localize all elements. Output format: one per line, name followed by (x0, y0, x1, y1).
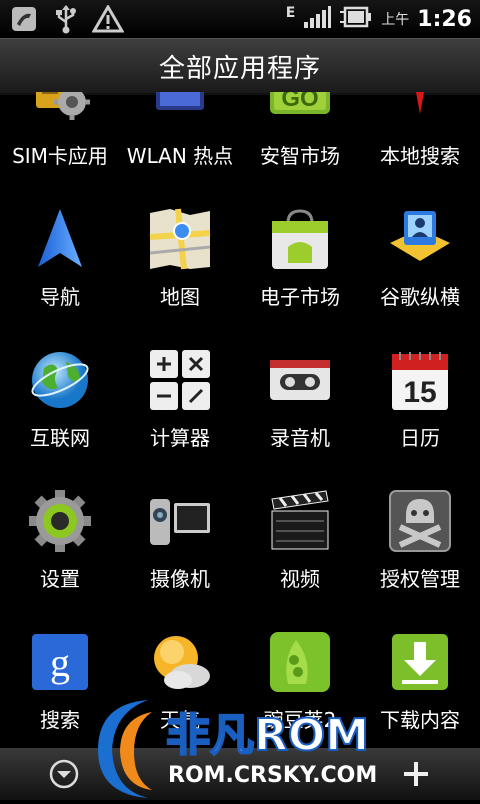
app-browser[interactable]: 互联网 (0, 322, 120, 463)
local-search-icon (388, 92, 452, 130)
notification-icons (8, 3, 124, 35)
app-row: 导航 地图 电子市场 谷歌纵横 (0, 181, 480, 322)
ampm-label: 上午 (381, 12, 410, 28)
watermark-brand: 非凡ROM (166, 710, 369, 761)
google-search-icon: g (28, 630, 92, 694)
app-android-market[interactable]: 电子市场 (240, 181, 360, 322)
app-wlan-hotspot[interactable]: WLAN 热点 (120, 92, 240, 181)
camcorder-icon (148, 489, 212, 553)
app-label: 计算器 (150, 426, 210, 450)
anzhi-market-icon: GO (268, 92, 332, 130)
sim-toolkit-icon (28, 92, 92, 130)
app-label: 搜索 (40, 708, 80, 732)
android-market-icon (268, 207, 332, 271)
app-superuser[interactable]: 授权管理 (360, 463, 480, 604)
downloads-icon (388, 630, 452, 694)
app-label: 导航 (40, 285, 80, 309)
signal-icon (303, 5, 332, 33)
app-anzhi-market[interactable]: GO 安智市场 (240, 92, 360, 181)
app-row: 设置 摄像机 视频 授权管理 (0, 463, 480, 604)
app-settings[interactable]: 设置 (0, 463, 120, 604)
app-label: 录音机 (270, 426, 330, 450)
app-video[interactable]: 视频 (240, 463, 360, 604)
app-latitude[interactable]: 谷歌纵横 (360, 181, 480, 322)
navigation-icon (28, 207, 92, 271)
app-label: 视频 (280, 567, 320, 591)
usb-icon (50, 3, 82, 35)
dnd-icon (8, 3, 40, 35)
app-drawer[interactable]: SIM卡应用 WLAN 热点 GO 安智市场 本地搜索 导航 地图 电子市场 谷… (0, 92, 480, 752)
app-voice-recorder[interactable]: 录音机 (240, 322, 360, 463)
voice-recorder-icon (268, 348, 332, 412)
watermark-url: ROM.CRSKY.COM (168, 763, 377, 788)
settings-gear-icon (28, 489, 92, 553)
title-bar: 全部应用程序 (0, 38, 480, 95)
app-row: SIM卡应用 WLAN 热点 GO 安智市场 本地搜索 (0, 92, 480, 181)
app-label: 安智市场 (260, 144, 340, 168)
wandoujia-icon (268, 630, 332, 694)
app-row: 互联网 计算器 录音机 15 日历 (0, 322, 480, 463)
wifi-hotspot-icon (148, 92, 212, 130)
app-camcorder[interactable]: 摄像机 (120, 463, 240, 604)
warning-icon (92, 3, 124, 35)
calculator-icon (148, 348, 212, 412)
app-sim-toolkit[interactable]: SIM卡应用 (0, 92, 120, 181)
app-navigation[interactable]: 导航 (0, 181, 120, 322)
collapse-down-icon[interactable] (40, 754, 88, 794)
clock: 1:26 (417, 6, 472, 32)
app-label: 互联网 (30, 426, 90, 450)
latitude-icon (388, 207, 452, 271)
app-maps[interactable]: 地图 (120, 181, 240, 322)
maps-icon (148, 207, 212, 271)
app-calculator[interactable]: 计算器 (120, 322, 240, 463)
app-label: 地图 (160, 285, 200, 309)
svg-text:GO: GO (281, 92, 318, 112)
app-label: 谷歌纵横 (380, 285, 460, 309)
app-label: 日历 (400, 426, 440, 450)
browser-globe-icon (28, 348, 92, 412)
app-grid: SIM卡应用 WLAN 热点 GO 安智市场 本地搜索 导航 地图 电子市场 谷… (0, 92, 480, 745)
battery-icon (339, 4, 373, 34)
app-label: 电子市场 (260, 285, 340, 309)
calendar-day-number: 15 (403, 376, 436, 409)
app-calendar[interactable]: 15 日历 (360, 322, 480, 463)
app-local-search[interactable]: 本地搜索 (360, 92, 480, 181)
watermark-logo: 非凡ROM ROM.CRSKY.COM (88, 694, 408, 800)
superuser-icon (388, 489, 452, 553)
video-clapper-icon (268, 489, 332, 553)
app-label: WLAN 热点 (126, 144, 234, 168)
page-title: 全部应用程序 (158, 53, 321, 84)
app-label: 摄像机 (150, 567, 210, 591)
weather-icon (148, 630, 212, 694)
status-indicators: E 上午 1:26 (286, 0, 472, 38)
app-label: 授权管理 (380, 567, 460, 591)
status-bar: E 上午 1:26 (0, 0, 480, 38)
app-label: 本地搜索 (380, 144, 460, 168)
app-label: 设置 (40, 567, 80, 591)
calendar-icon: 15 (388, 348, 452, 412)
svg-text:g: g (50, 640, 70, 685)
network-type: E (285, 5, 296, 21)
app-label: SIM卡应用 (12, 144, 108, 168)
